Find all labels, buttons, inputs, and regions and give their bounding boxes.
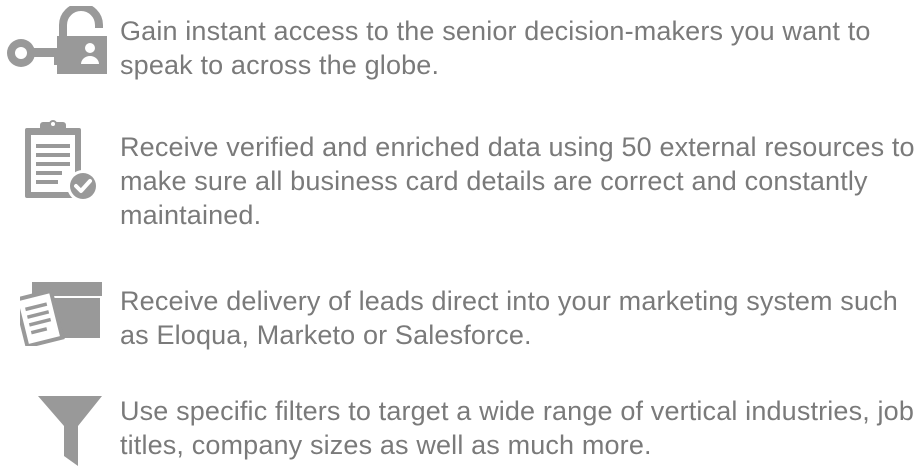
feature-text-access: Gain instant access to the senior decisi… bbox=[120, 16, 871, 80]
box-delivery-icon bbox=[20, 282, 102, 346]
feature-list: Gain instant access to the senior decisi… bbox=[0, 0, 921, 470]
feature-text-filters: Use specific filters to target a wide ra… bbox=[120, 396, 915, 460]
key-lock-icon bbox=[7, 6, 107, 74]
feature-text-delivery: Receive delivery of leads direct into yo… bbox=[120, 286, 898, 350]
feature-text-verified-data: Receive verified and enriched data using… bbox=[120, 132, 915, 230]
clipboard-check-icon bbox=[25, 120, 99, 202]
filter-funnel-icon bbox=[38, 396, 102, 466]
